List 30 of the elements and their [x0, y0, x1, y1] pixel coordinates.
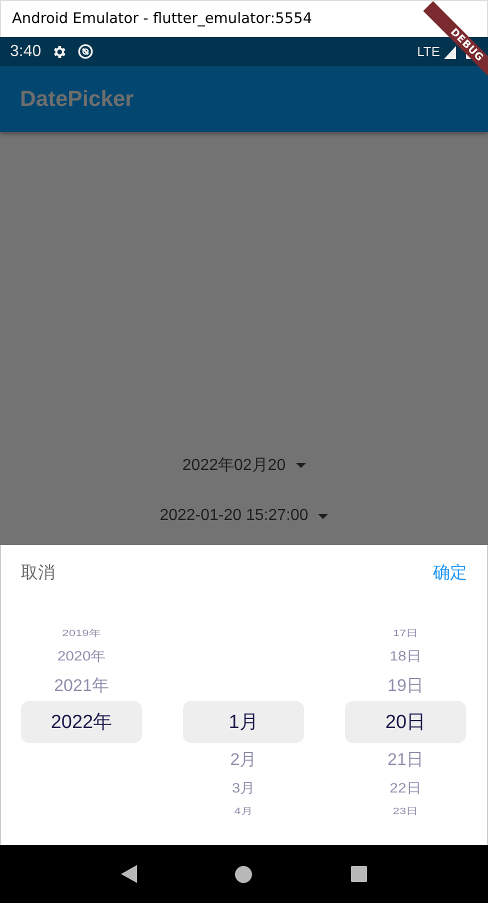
window-title: Android Emulator - flutter_emulator:5554	[12, 11, 312, 27]
confirm-button[interactable]: 确定	[433, 561, 467, 584]
back-icon[interactable]	[121, 865, 138, 883]
picker-item[interactable]: 4月	[183, 804, 304, 818]
picker-item[interactable]: 21日	[345, 743, 466, 775]
picker-item[interactable]: 2021年	[21, 669, 142, 701]
picker-item[interactable]: 2月	[183, 743, 304, 775]
picker-item[interactable]: 17日	[345, 626, 466, 640]
dropdown-arrow-icon	[318, 514, 328, 518]
date-dropdown[interactable]: 2022年02月20	[182, 453, 306, 477]
cancel-button[interactable]: 取消	[21, 561, 55, 584]
picker-item[interactable]: 18日	[345, 644, 466, 668]
picker-item[interactable]: 2020年	[21, 644, 142, 668]
recents-icon[interactable]	[350, 866, 367, 882]
date-dropdown[interactable]: 2022-01-20 15:27:00	[160, 504, 328, 528]
picker-item[interactable]: 20日	[345, 701, 466, 743]
picker-item[interactable]: 2019年	[21, 626, 142, 640]
picker-item[interactable]: 19日	[345, 669, 466, 701]
home-icon[interactable]	[235, 866, 252, 882]
picker-item[interactable]: 3月	[183, 776, 304, 800]
picker-item[interactable]: 1月	[183, 701, 304, 743]
picker-item[interactable]: 22日	[345, 776, 466, 800]
data-saver-icon	[77, 43, 94, 60]
settings-icon	[51, 44, 68, 60]
app-bar-title: DatePicker	[20, 86, 134, 112]
network-type: LTE	[417, 44, 440, 59]
picker-item[interactable]: 23日	[345, 804, 466, 818]
status-time: 3:40	[10, 42, 42, 60]
picker-item[interactable]: 2022年	[21, 701, 142, 743]
dropdown-arrow-icon	[296, 462, 306, 468]
